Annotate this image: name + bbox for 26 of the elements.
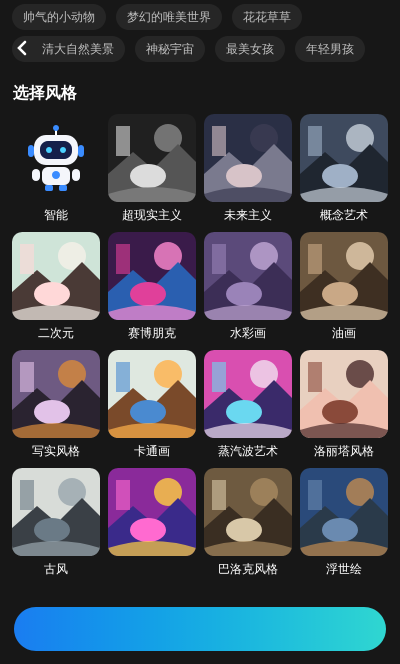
tag-chip[interactable]: 清大自然美景 (12, 36, 125, 62)
style-label: 蒸汽波艺术 (218, 443, 278, 460)
style-label: 未来主义 (224, 207, 272, 224)
tag-chip[interactable]: 花花草草 (232, 4, 302, 30)
style-label: 油画 (332, 325, 356, 342)
style-label: 巴洛克风格 (218, 561, 278, 578)
robot-icon (26, 125, 86, 191)
style-label: 卡通画 (134, 443, 170, 460)
style-label: 古风 (44, 561, 68, 578)
style-label: 二次元 (38, 325, 74, 342)
style-label: 洛丽塔风格 (314, 443, 374, 460)
tag-chip[interactable]: 年轻男孩 (295, 36, 365, 62)
tag-chip[interactable]: 最美女孩 (215, 36, 285, 62)
style-label: 写实风格 (32, 443, 80, 460)
section-title: 选择风格 (13, 82, 78, 104)
style-label: 浮世绘 (326, 561, 362, 578)
style-label: 水彩画 (230, 325, 266, 342)
style-label: 超现实主义 (122, 207, 182, 224)
generate-button[interactable] (14, 607, 386, 651)
tag-chip[interactable]: 梦幻的唯美世界 (116, 4, 222, 30)
tag-chip[interactable]: 神秘宇宙 (135, 36, 205, 62)
style-label: 智能 (44, 207, 68, 224)
back-icon (16, 40, 28, 56)
tag-chip[interactable]: 帅气的小动物 (12, 4, 106, 30)
style-label: 赛博朋克 (128, 325, 176, 342)
style-label: 概念艺术 (320, 207, 368, 224)
